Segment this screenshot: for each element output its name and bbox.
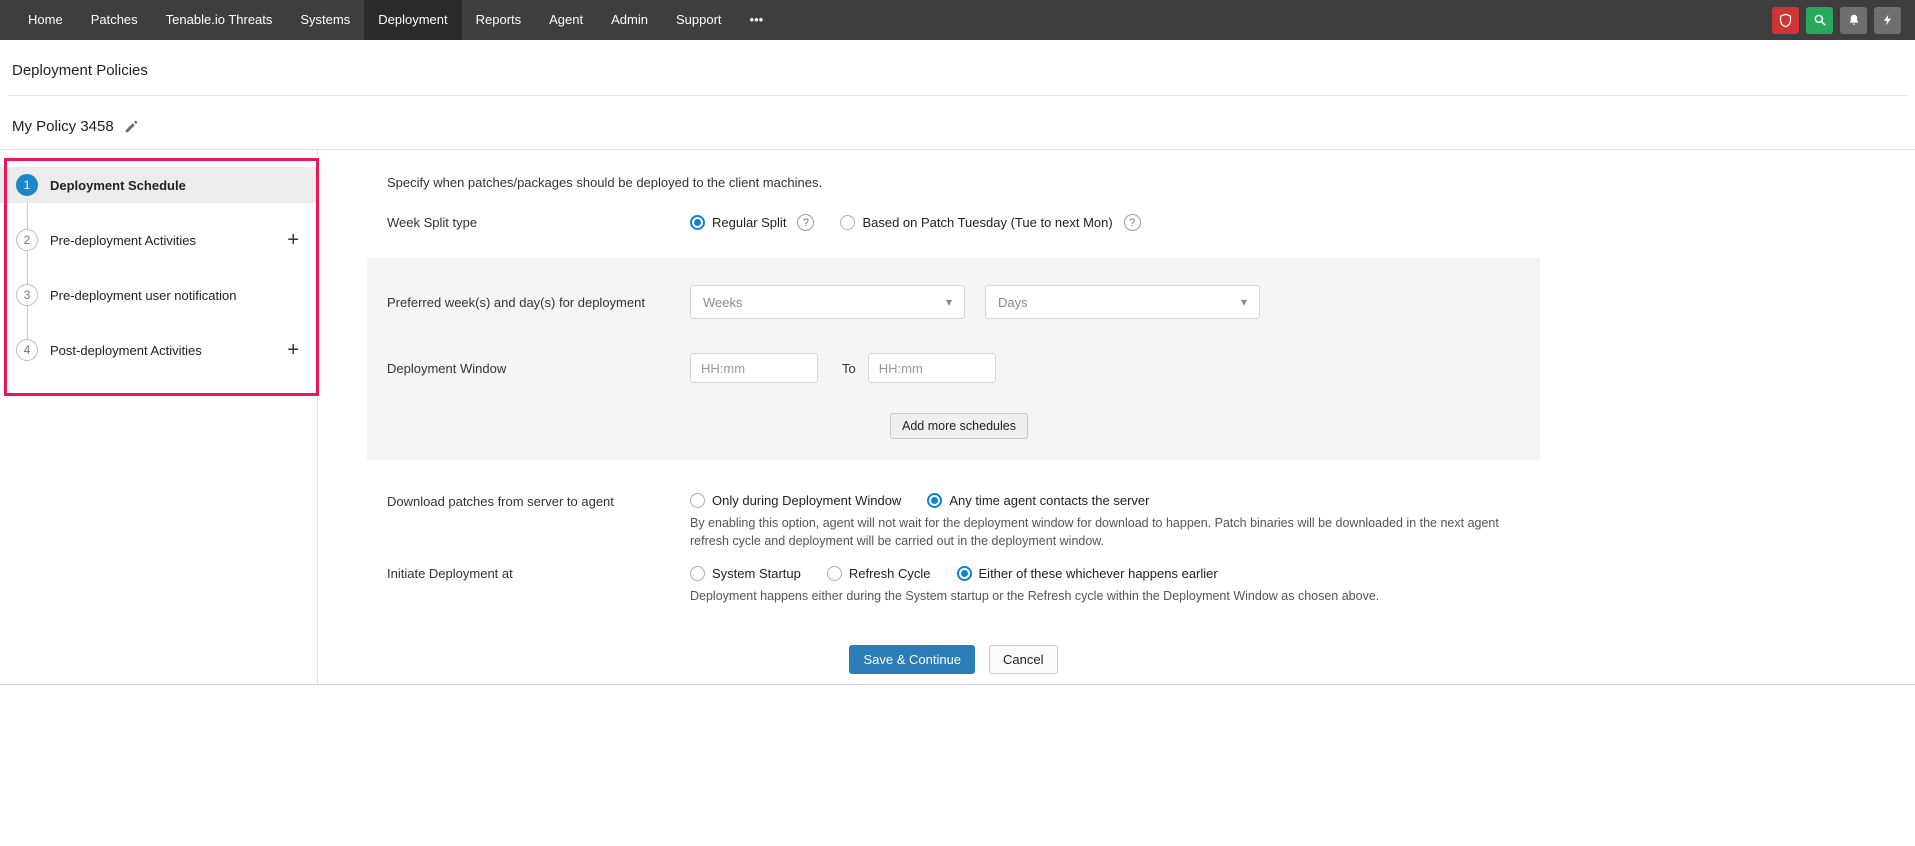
nav-item-more[interactable]: •••	[736, 0, 778, 40]
download-help-text: By enabling this option, agent will not …	[690, 514, 1528, 550]
radio-system-startup-label: System Startup	[712, 566, 801, 581]
nav-item-reports[interactable]: Reports	[462, 0, 536, 40]
edit-policy-name-icon[interactable]	[124, 120, 138, 134]
shield-icon	[1778, 13, 1793, 28]
radio-either-whichever-earlier-label: Either of these whichever happens earlie…	[979, 566, 1218, 581]
radio-refresh-cycle[interactable]: Refresh Cycle	[827, 566, 931, 581]
sidebar-step-pre-deployment-user-notification[interactable]: 3 Pre-deployment user notification	[0, 277, 317, 313]
days-select-value: Days	[998, 295, 1028, 310]
step-number-3: 3	[16, 284, 38, 306]
days-select[interactable]: Days ▾	[985, 285, 1260, 319]
chevron-down-icon: ▾	[946, 295, 952, 309]
radio-patch-tuesday-label: Based on Patch Tuesday (Tue to next Mon)	[862, 215, 1112, 230]
lightning-icon	[1881, 13, 1894, 27]
deployment-schedule-form: Specify when patches/packages should be …	[318, 150, 1915, 684]
radio-refresh-cycle-control[interactable]	[827, 566, 842, 581]
form-actions: Save & Continue Cancel	[367, 645, 1540, 674]
form-intro-text: Specify when patches/packages should be …	[387, 175, 1915, 190]
schedule-panel: Preferred week(s) and day(s) for deploym…	[367, 258, 1540, 460]
cancel-button[interactable]: Cancel	[989, 645, 1057, 674]
nav-item-systems[interactable]: Systems	[286, 0, 364, 40]
to-label: To	[842, 361, 856, 376]
radio-regular-split-control[interactable]	[690, 215, 705, 230]
search-button[interactable]	[1806, 7, 1833, 34]
policy-editor: 1 Deployment Schedule 2 Pre-deployment A…	[0, 149, 1915, 685]
quick-actions-button[interactable]	[1874, 7, 1901, 34]
radio-patch-tuesday-control[interactable]	[840, 215, 855, 230]
nav-item-patches[interactable]: Patches	[77, 0, 152, 40]
sidebar-step-post-deployment-activities[interactable]: 4 Post-deployment Activities +	[0, 332, 317, 368]
step-label: Pre-deployment user notification	[50, 288, 236, 303]
radio-refresh-cycle-label: Refresh Cycle	[849, 566, 931, 581]
window-end-time-input[interactable]	[868, 353, 996, 383]
preferred-week-day-label: Preferred week(s) and day(s) for deploym…	[387, 295, 690, 310]
step-number-4: 4	[16, 339, 38, 361]
page-title: Deployment Policies	[0, 40, 1915, 95]
add-post-deployment-activity-button[interactable]: +	[287, 340, 299, 360]
nav-item-agent[interactable]: Agent	[535, 0, 597, 40]
step-label: Post-deployment Activities	[50, 343, 202, 358]
radio-regular-split[interactable]: Regular Split ?	[690, 214, 814, 231]
radio-any-time-agent-contacts-label: Any time agent contacts the server	[949, 493, 1149, 508]
nav-item-support[interactable]: Support	[662, 0, 736, 40]
top-navigation: Home Patches Tenable.io Threats Systems …	[0, 0, 1915, 40]
initiate-options-block: System Startup Refresh Cycle Either of t…	[690, 566, 1379, 605]
initiate-help-text: Deployment happens either during the Sys…	[690, 587, 1379, 605]
step-number-1: 1	[16, 174, 38, 196]
radio-only-during-window-control[interactable]	[690, 493, 705, 508]
radio-system-startup[interactable]: System Startup	[690, 566, 801, 581]
steps-sidebar: 1 Deployment Schedule 2 Pre-deployment A…	[0, 150, 318, 684]
sidebar-step-pre-deployment-activities[interactable]: 2 Pre-deployment Activities +	[0, 222, 317, 258]
step-connector-line	[27, 185, 28, 350]
week-split-type-label: Week Split type	[387, 215, 690, 230]
sidebar-step-deployment-schedule[interactable]: 1 Deployment Schedule	[0, 167, 317, 203]
radio-either-whichever-earlier-control[interactable]	[957, 566, 972, 581]
radio-any-time-agent-contacts-control[interactable]	[927, 493, 942, 508]
radio-only-during-window[interactable]: Only during Deployment Window	[690, 493, 901, 508]
step-number-2: 2	[16, 229, 38, 251]
nav-item-admin[interactable]: Admin	[597, 0, 662, 40]
weeks-select-value: Weeks	[703, 295, 743, 310]
nav-item-deployment[interactable]: Deployment	[364, 0, 461, 40]
add-more-schedules-button[interactable]: Add more schedules	[890, 413, 1028, 439]
search-icon	[1813, 13, 1827, 27]
add-pre-deployment-activity-button[interactable]: +	[287, 230, 299, 250]
radio-either-whichever-earlier[interactable]: Either of these whichever happens earlie…	[957, 566, 1218, 581]
radio-regular-split-label: Regular Split	[712, 215, 786, 230]
week-split-radio-group: Regular Split ? Based on Patch Tuesday (…	[690, 214, 1141, 231]
initiate-radio-group: System Startup Refresh Cycle Either of t…	[690, 566, 1379, 581]
download-radio-group: Only during Deployment Window Any time a…	[690, 493, 1528, 508]
nav-item-tenable-threats[interactable]: Tenable.io Threats	[152, 0, 287, 40]
download-patches-label: Download patches from server to agent	[387, 493, 690, 509]
save-continue-button[interactable]: Save & Continue	[849, 645, 975, 674]
bell-icon	[1847, 13, 1861, 27]
download-options-block: Only during Deployment Window Any time a…	[690, 493, 1528, 550]
initiate-deployment-label: Initiate Deployment at	[387, 566, 690, 581]
weeks-select[interactable]: Weeks ▾	[690, 285, 965, 319]
regular-split-help-icon[interactable]: ?	[797, 214, 814, 231]
policy-name: My Policy 3458	[12, 118, 114, 135]
radio-patch-tuesday[interactable]: Based on Patch Tuesday (Tue to next Mon)…	[840, 214, 1140, 231]
nav-icon-group	[1772, 0, 1915, 40]
patch-tuesday-help-icon[interactable]: ?	[1124, 214, 1141, 231]
security-shield-icon[interactable]	[1772, 7, 1799, 34]
notifications-button[interactable]	[1840, 7, 1867, 34]
window-start-time-input[interactable]	[690, 353, 818, 383]
radio-only-during-window-label: Only during Deployment Window	[712, 493, 901, 508]
chevron-down-icon: ▾	[1241, 295, 1247, 309]
nav-item-home[interactable]: Home	[14, 0, 77, 40]
step-label: Pre-deployment Activities	[50, 233, 196, 248]
step-label: Deployment Schedule	[50, 178, 186, 193]
radio-any-time-agent-contacts[interactable]: Any time agent contacts the server	[927, 493, 1149, 508]
deployment-window-label: Deployment Window	[387, 361, 690, 376]
radio-system-startup-control[interactable]	[690, 566, 705, 581]
